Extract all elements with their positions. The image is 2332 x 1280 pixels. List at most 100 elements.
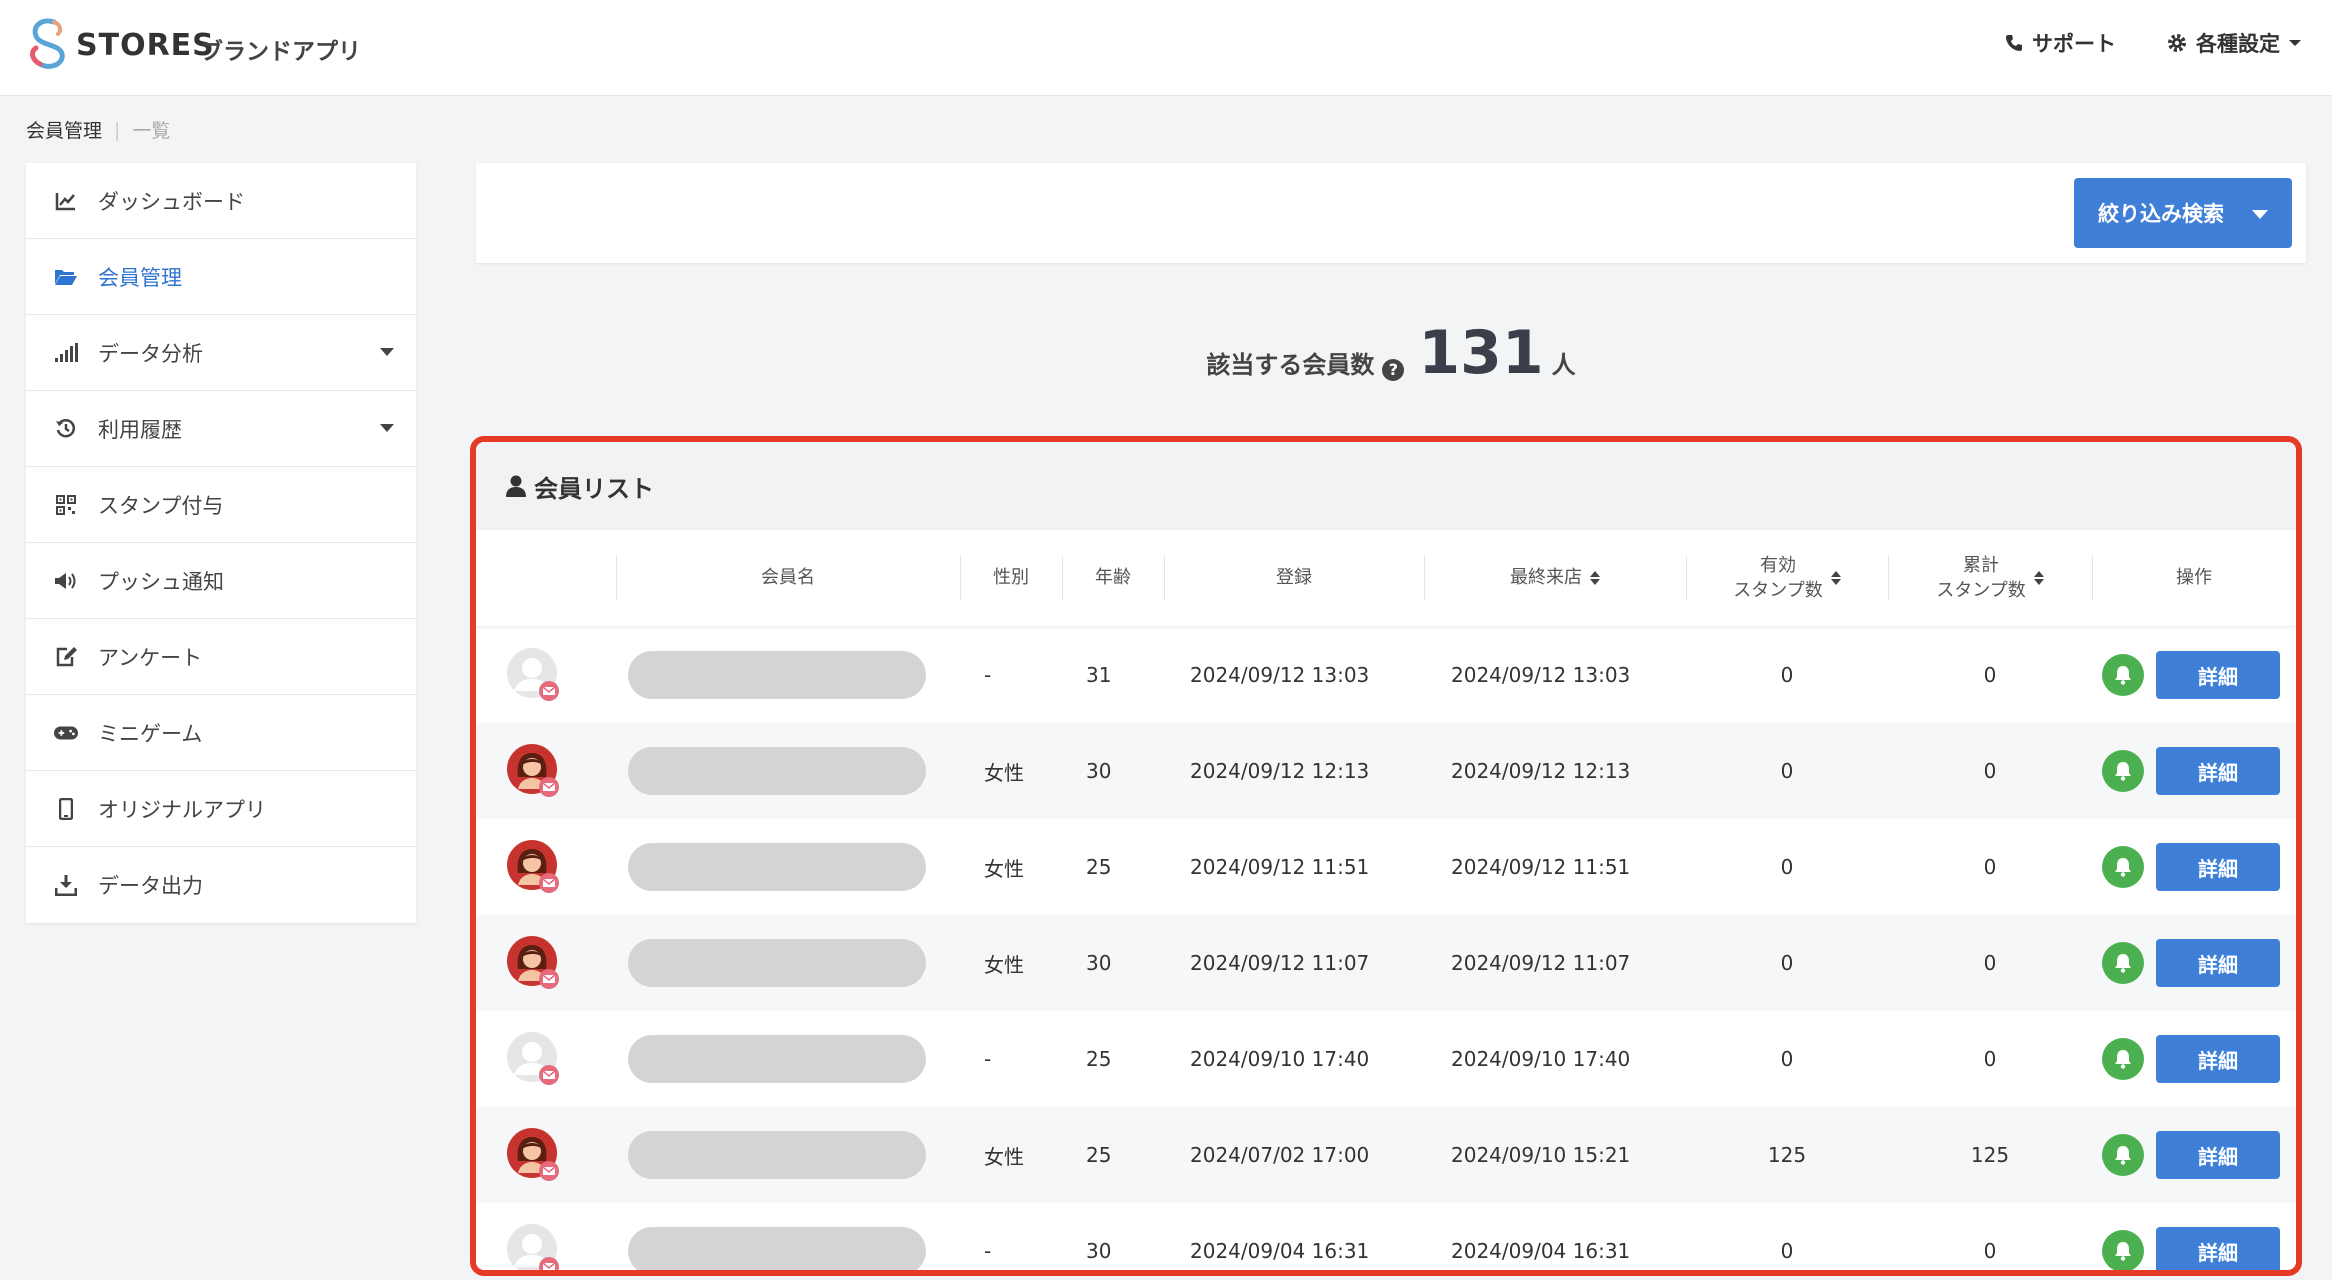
settings-label: 各種設定 [2196,32,2280,56]
column-header-last-visit[interactable]: 最終来店 [1424,530,1686,626]
cell-registered: 2024/09/04 16:31 [1190,1239,1370,1263]
detail-button[interactable]: 詳細 [2156,1035,2280,1083]
sidebar-item-push[interactable]: プッシュ通知 [26,543,416,619]
member-list-title: 会員リスト [534,474,654,503]
cell-age: 25 [1086,1143,1112,1167]
bell-icon [2113,1048,2133,1070]
member-name-redacted [628,651,926,699]
cell-age: 25 [1086,855,1112,879]
bell-icon [2113,856,2133,878]
column-header-valid-stamps[interactable]: 有効 スタンプ数 [1686,530,1888,626]
notify-bell-button[interactable] [2102,750,2144,792]
sidebar-item-label: 利用履歴 [98,417,182,442]
notify-bell-button[interactable] [2102,1038,2144,1080]
phone-icon [2006,35,2022,51]
sidebar-item-dashboard[interactable]: ダッシュボード [26,163,416,239]
chart-line-icon [54,189,78,213]
question-circle-icon[interactable]: ? [1382,359,1405,381]
stores-logo-icon[interactable] [24,16,74,72]
caret-down-icon [380,348,394,356]
avatar-female [506,839,562,895]
sort-icon[interactable] [2033,571,2044,585]
notify-bell-button[interactable] [2102,942,2144,984]
detail-button[interactable]: 詳細 [2156,651,2280,699]
table-header: 会員名 性別 年齢 登録 最終来店 有効 スタンプ数 累計 スタンプ数 操作 [476,530,2296,627]
notify-bell-button[interactable] [2102,1134,2144,1176]
avatar-default [506,1223,562,1270]
sort-icon[interactable] [1590,571,1600,585]
sidebar-item-original-app[interactable]: オリジナルアプリ [26,771,416,847]
sidebar-item-minigame[interactable]: ミニゲーム [26,695,416,771]
sidebar-item-export[interactable]: データ出力 [26,847,416,923]
brand-name[interactable]: STORES [76,28,215,63]
cell-gender: 女性 [984,856,1024,881]
notify-bell-button[interactable] [2102,1230,2144,1270]
cell-gender: - [984,1239,992,1263]
cell-total-stamps: 0 [1983,663,1997,687]
sidebar-item-label: データ出力 [98,874,203,898]
cell-registered: 2024/09/12 13:03 [1190,663,1370,687]
cell-last-visit: 2024/09/10 15:21 [1451,1143,1631,1167]
table-row: 女性 25 2024/09/12 11:51 2024/09/12 11:51 0 0 詳細 [476,819,2296,915]
support-link[interactable]: サポート [2004,28,2116,58]
member-name-redacted [628,843,926,891]
gear-icon [2168,34,2186,52]
cell-last-visit: 2024/09/10 17:40 [1451,1047,1631,1071]
sort-icon[interactable] [1830,571,1841,585]
member-name-redacted [628,939,926,987]
table-row: 女性 30 2024/09/12 12:13 2024/09/12 12:13 0 0 詳細 [476,723,2296,819]
sidebar-item-members[interactable]: 会員管理 [26,239,416,315]
table-row: 女性 25 2024/07/02 17:00 2024/09/10 15:21 125 1… [476,1107,2296,1203]
signal-bars-icon [54,341,78,365]
notify-bell-button[interactable] [2102,654,2144,696]
detail-button[interactable]: 詳細 [2156,843,2280,891]
sidebar-item-analytics[interactable]: データ分析 [26,315,416,391]
megaphone-icon [54,569,78,593]
column-header-registered: 登録 [1276,567,1312,589]
member-count-label: 該当する会員数 [1206,351,1375,379]
detail-button[interactable]: 詳細 [2156,747,2280,795]
brand-subtitle[interactable]: ブランドアプリ [200,32,361,66]
settings-menu[interactable]: 各種設定 [2166,28,2302,58]
sidebar-item-stamp[interactable]: スタンプ付与 [26,467,416,543]
cell-registered: 2024/07/02 17:00 [1190,1143,1370,1167]
sidebar-item-label: プッシュ通知 [98,569,224,594]
column-header-total-stamps[interactable]: 累計 スタンプ数 [1888,530,2092,626]
cell-gender: 女性 [984,760,1024,785]
sidebar-nav: ダッシュボード 会員管理 データ分析 利用履歴 スタンプ付与 プッシュ通知 アン… [26,163,416,923]
sidebar-item-label: アンケート [98,645,203,670]
cell-valid-stamps: 0 [1780,855,1794,879]
filter-search-button[interactable]: 絞り込み検索 [2074,178,2292,248]
table-row: - 31 2024/09/12 13:03 2024/09/12 13:03 0 0 詳細 [476,627,2296,723]
cell-total-stamps: 0 [1983,1239,1997,1263]
cell-registered: 2024/09/12 12:13 [1190,759,1370,783]
cell-gender: - [984,1047,992,1071]
member-name-redacted [628,1131,926,1179]
caret-down-icon [380,424,394,432]
sidebar-item-survey[interactable]: アンケート [26,619,416,695]
detail-button[interactable]: 詳細 [2156,1227,2280,1270]
column-header-gender: 性別 [993,567,1029,589]
cell-last-visit: 2024/09/12 12:13 [1451,759,1631,783]
notify-bell-button[interactable] [2102,846,2144,888]
cell-valid-stamps: 0 [1780,663,1794,687]
breadcrumb-current[interactable]: 会員管理 [26,116,102,143]
sidebar-item-label: 会員管理 [98,265,182,290]
table-body: -31 2024/09/12 13:03 2024/09/12 13:03 0 0 詳細女… [476,627,2296,1270]
sidebar-item-history[interactable]: 利用履歴 [26,391,416,467]
cell-gender: - [984,663,992,687]
breadcrumb-separator: | [114,118,121,141]
top-header: STORES ブランドアプリ サポート 各種設定 [0,0,2332,96]
cell-registered: 2024/09/10 17:40 [1190,1047,1370,1071]
detail-button[interactable]: 詳細 [2156,1131,2280,1179]
member-count-value: 131 [1418,318,1544,388]
cell-last-visit: 2024/09/12 11:51 [1451,855,1631,879]
avatar-female [506,935,562,991]
history-icon [54,417,78,441]
member-name-redacted [628,1227,926,1270]
cell-total-stamps: 0 [1983,855,1997,879]
member-name-redacted [628,1035,926,1083]
detail-button[interactable]: 詳細 [2156,939,2280,987]
sidebar-item-label: ダッシュボード [98,189,245,214]
sidebar-item-label: オリジナルアプリ [98,797,266,822]
